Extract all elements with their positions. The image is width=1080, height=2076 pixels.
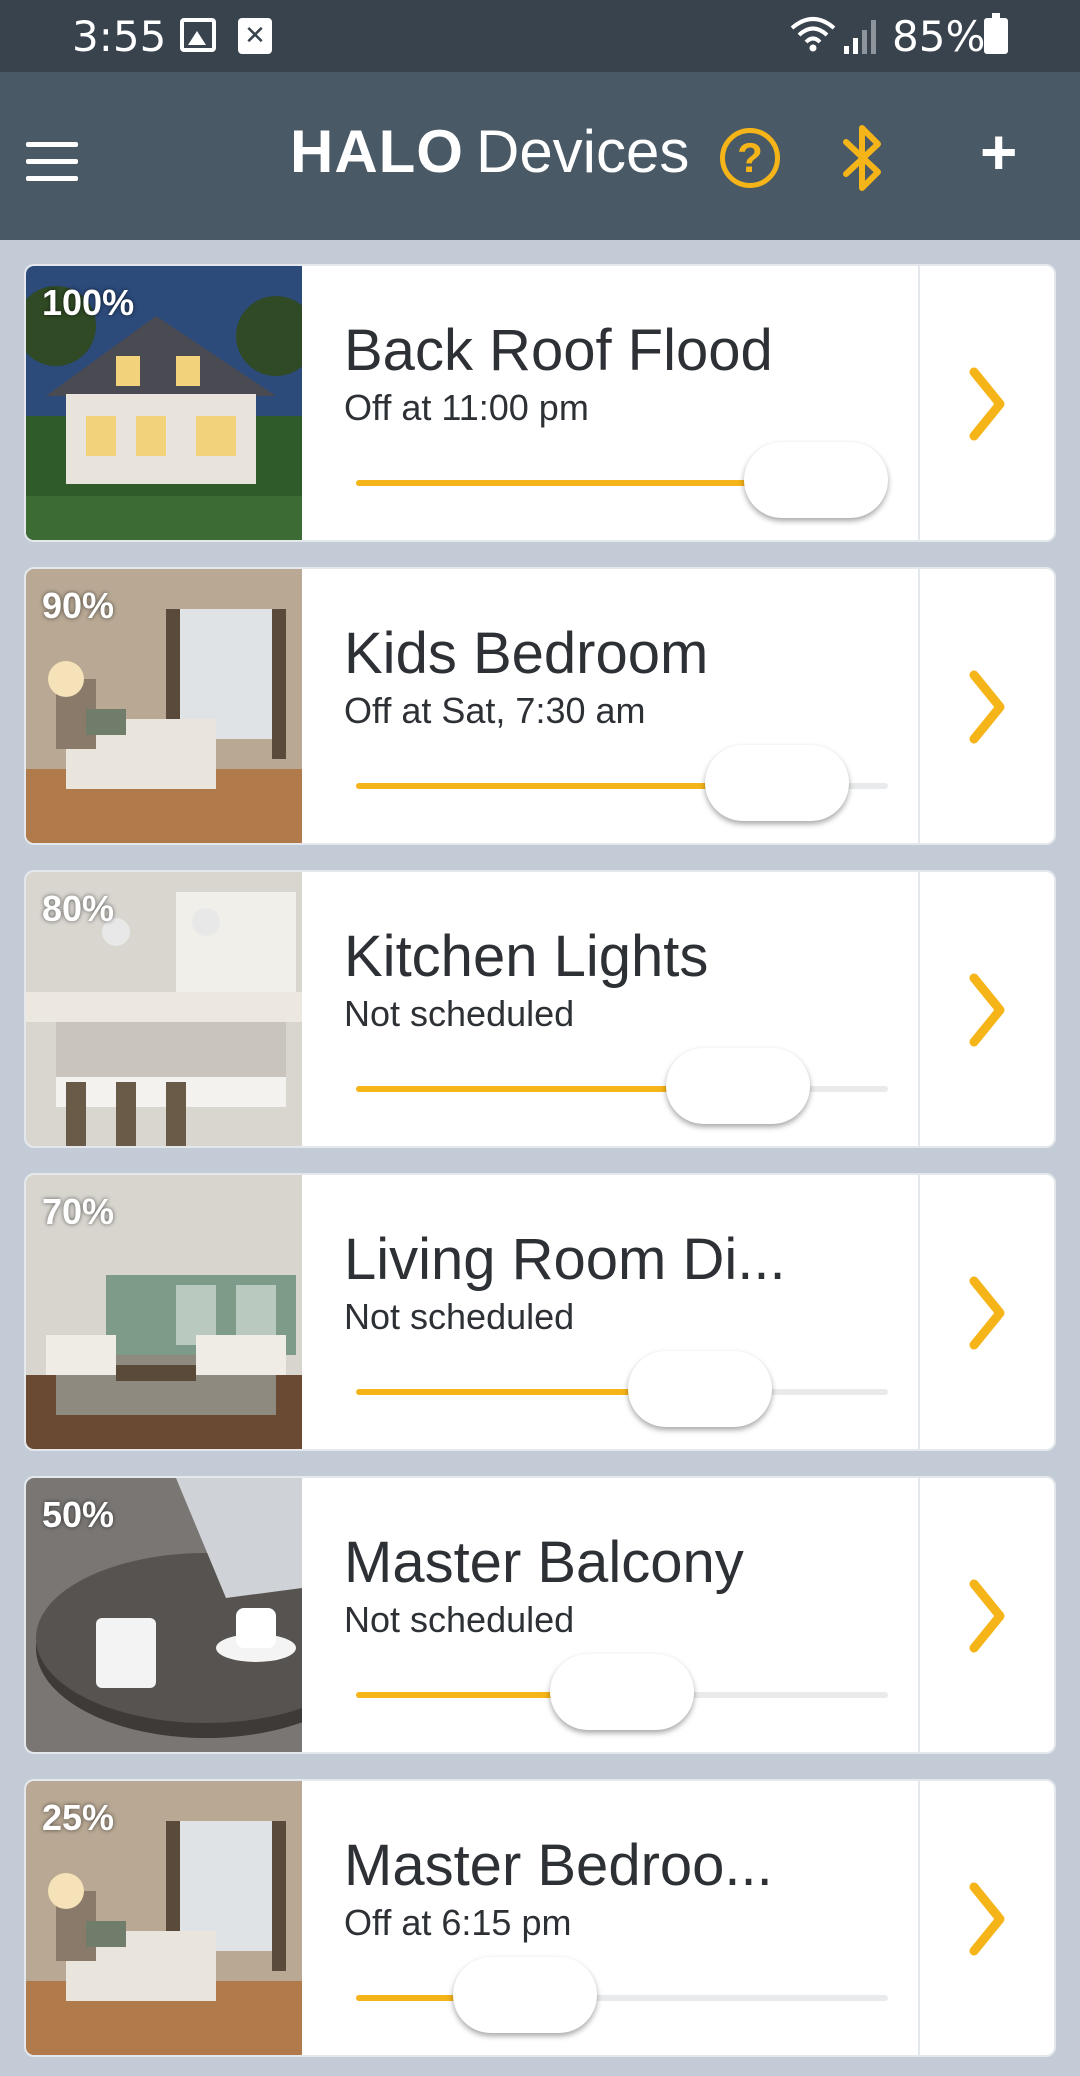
signal-icon: [844, 20, 876, 54]
device-schedule: Not scheduled: [344, 1599, 575, 1640]
brightness-slider[interactable]: [356, 1351, 888, 1427]
brightness-percent: 90%: [42, 585, 115, 626]
brand-logo-text: HALO: [290, 118, 464, 185]
device-info[interactable]: Kitchen Lights Not scheduled: [344, 922, 924, 1036]
device-photo[interactable]: 70%: [26, 1175, 302, 1449]
battery-percent: 85%: [892, 12, 986, 61]
device-photo[interactable]: 50%: [26, 1478, 302, 1752]
device-name: Back Roof Flood: [344, 318, 773, 383]
device-name: Master Bedroo...: [344, 1833, 773, 1898]
chevron-right-icon: [969, 973, 1005, 1047]
device-name: Kids Bedroom: [344, 621, 709, 686]
device-details-button[interactable]: [918, 266, 1054, 540]
brightness-percent: 70%: [42, 1191, 115, 1232]
device-photo[interactable]: 100%: [26, 266, 302, 540]
status-time: 3:55: [72, 12, 167, 61]
brightness-slider[interactable]: [356, 1654, 888, 1730]
device-details-button[interactable]: [918, 569, 1054, 843]
slider-handle[interactable]: [666, 1048, 810, 1124]
chevron-right-icon: [969, 1882, 1005, 1956]
slider-handle[interactable]: [744, 442, 888, 518]
device-photo[interactable]: 25%: [26, 1781, 302, 2055]
chevron-right-icon: [969, 670, 1005, 744]
device-details-button[interactable]: [918, 872, 1054, 1146]
help-icon[interactable]: ?: [720, 128, 780, 188]
device-card[interactable]: 100% Back Roof Flood Off at 11:00 pm: [24, 264, 1056, 542]
device-name: Master Balcony: [344, 1530, 744, 1595]
page-title: HALO Devices: [290, 116, 689, 188]
device-info[interactable]: Living Room Di... Not scheduled: [344, 1225, 924, 1339]
brightness-slider[interactable]: [356, 745, 888, 821]
brightness-percent: 80%: [42, 888, 115, 929]
device-schedule: Off at 11:00 pm: [344, 387, 589, 428]
device-info[interactable]: Master Balcony Not scheduled: [344, 1528, 924, 1642]
chevron-right-icon: [969, 1276, 1005, 1350]
device-schedule: Not scheduled: [344, 1296, 575, 1337]
device-details-button[interactable]: [918, 1175, 1054, 1449]
device-name: Living Room Di...: [344, 1227, 786, 1292]
device-card[interactable]: 90% Kids Bedroom Off at Sat, 7:30 am: [24, 567, 1056, 845]
slider-handle[interactable]: [628, 1351, 772, 1427]
brightness-percent: 25%: [42, 1797, 115, 1838]
device-schedule: Off at Sat, 7:30 am: [344, 690, 646, 731]
app-bar: HALO Devices ? +: [0, 72, 1080, 240]
device-name: Kitchen Lights: [344, 924, 709, 989]
device-photo[interactable]: 90%: [26, 569, 302, 843]
device-info[interactable]: Back Roof Flood Off at 11:00 pm: [344, 316, 924, 430]
device-card[interactable]: 70% Living Room Di... Not scheduled: [24, 1173, 1056, 1451]
brightness-percent: 50%: [42, 1494, 115, 1535]
menu-icon[interactable]: [26, 142, 78, 182]
device-schedule: Not scheduled: [344, 993, 575, 1034]
title-text: Devices: [475, 118, 690, 185]
device-info[interactable]: Master Bedroo... Off at 6:15 pm: [344, 1831, 924, 1945]
device-details-button[interactable]: [918, 1478, 1054, 1752]
close-notification-icon: ✕: [238, 18, 272, 54]
slider-handle[interactable]: [453, 1957, 597, 2033]
chevron-right-icon: [969, 367, 1005, 441]
chevron-right-icon: [969, 1579, 1005, 1653]
gallery-notification-icon: [180, 18, 216, 52]
slider-handle[interactable]: [705, 745, 849, 821]
brightness-slider[interactable]: [356, 1957, 888, 2033]
brightness-slider[interactable]: [356, 442, 888, 518]
device-schedule: Off at 6:15 pm: [344, 1902, 572, 1943]
wifi-icon: [790, 17, 836, 52]
device-photo[interactable]: 80%: [26, 872, 302, 1146]
device-details-button[interactable]: [918, 1781, 1054, 2055]
device-card[interactable]: 25% Master Bedroo... Off at 6:15 pm: [24, 1779, 1056, 2057]
brightness-slider[interactable]: [356, 1048, 888, 1124]
slider-handle[interactable]: [550, 1654, 694, 1730]
device-card[interactable]: 50% Master Balcony Not scheduled: [24, 1476, 1056, 1754]
device-card[interactable]: 80% Kitchen Lights Not scheduled: [24, 870, 1056, 1148]
bluetooth-icon[interactable]: [838, 122, 888, 194]
status-bar: 3:55 ✕ 85%: [0, 0, 1080, 72]
add-device-icon[interactable]: +: [980, 120, 1017, 184]
brightness-percent: 100%: [42, 282, 135, 323]
device-info[interactable]: Kids Bedroom Off at Sat, 7:30 am: [344, 619, 924, 733]
battery-icon: [984, 13, 1008, 54]
